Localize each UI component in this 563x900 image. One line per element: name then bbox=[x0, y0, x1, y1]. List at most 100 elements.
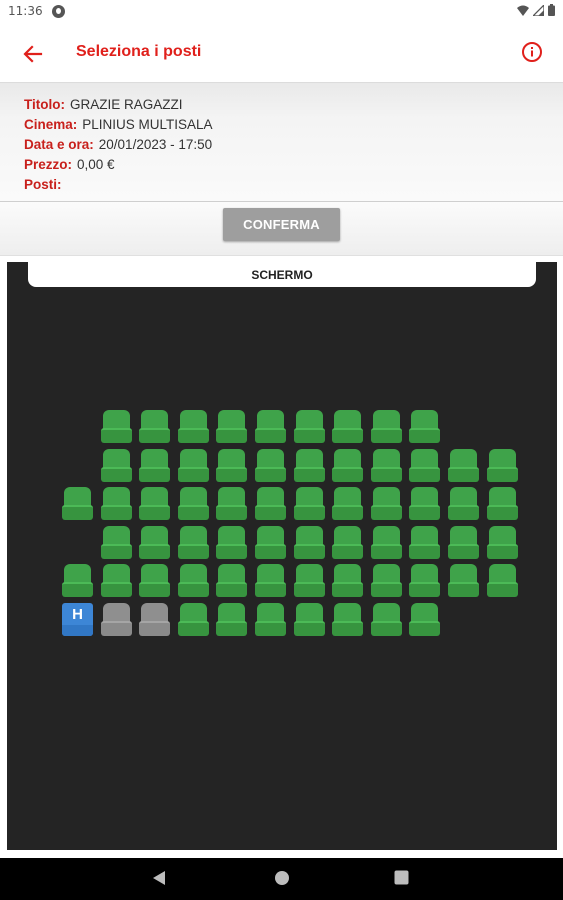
seat-back bbox=[103, 526, 130, 546]
seat-cushion bbox=[332, 582, 363, 597]
seat-back bbox=[64, 487, 91, 507]
seat-free[interactable] bbox=[294, 410, 325, 443]
cinema-screen: SCHERMO bbox=[28, 262, 536, 287]
seat-free[interactable] bbox=[62, 564, 93, 597]
seat-free[interactable] bbox=[371, 603, 402, 636]
seat-free[interactable] bbox=[448, 487, 479, 520]
seat-back bbox=[489, 449, 516, 469]
signal-icon bbox=[533, 4, 544, 16]
seat-free[interactable] bbox=[332, 487, 363, 520]
seat-free[interactable] bbox=[101, 487, 132, 520]
triangle-back-icon[interactable] bbox=[152, 870, 166, 886]
seat-cushion bbox=[371, 505, 402, 520]
seat-free[interactable] bbox=[294, 603, 325, 636]
seat-free[interactable] bbox=[216, 449, 247, 482]
seat-free[interactable] bbox=[332, 449, 363, 482]
seat-free[interactable] bbox=[409, 449, 440, 482]
seat-free[interactable] bbox=[255, 603, 286, 636]
seat-free[interactable] bbox=[255, 487, 286, 520]
seat-free[interactable] bbox=[216, 526, 247, 559]
confirm-button[interactable]: CONFERMA bbox=[223, 208, 340, 241]
seat-free[interactable] bbox=[101, 564, 132, 597]
seat-cushion bbox=[101, 544, 132, 559]
seat-free[interactable] bbox=[409, 526, 440, 559]
seat-cushion bbox=[487, 582, 518, 597]
circle-home-icon[interactable] bbox=[274, 870, 290, 886]
seat-free[interactable] bbox=[487, 487, 518, 520]
seat-free[interactable] bbox=[255, 410, 286, 443]
seat-back bbox=[257, 603, 284, 623]
seat-cushion bbox=[255, 428, 286, 443]
seat-free[interactable] bbox=[332, 526, 363, 559]
seat-free[interactable] bbox=[255, 449, 286, 482]
seat-free[interactable] bbox=[216, 564, 247, 597]
seat-free[interactable] bbox=[216, 410, 247, 443]
seat-free[interactable] bbox=[255, 564, 286, 597]
seat-cushion bbox=[332, 428, 363, 443]
seat-free[interactable] bbox=[216, 603, 247, 636]
back-button[interactable] bbox=[20, 41, 46, 67]
seat-free[interactable] bbox=[371, 564, 402, 597]
seat-cushion bbox=[139, 544, 170, 559]
seat-cushion bbox=[139, 621, 170, 636]
seat-free[interactable] bbox=[448, 526, 479, 559]
seat-free[interactable] bbox=[487, 564, 518, 597]
seat-free[interactable] bbox=[409, 603, 440, 636]
seat-free[interactable] bbox=[255, 526, 286, 559]
notification-app-icon bbox=[52, 5, 65, 18]
seat-free[interactable] bbox=[178, 487, 209, 520]
seat-taken bbox=[139, 603, 170, 636]
info-button[interactable] bbox=[521, 41, 543, 63]
seat-cushion bbox=[178, 467, 209, 482]
seat-free[interactable] bbox=[371, 487, 402, 520]
seat-back bbox=[141, 487, 168, 507]
seat-back bbox=[103, 564, 130, 584]
seat-back bbox=[334, 487, 361, 507]
seat-free[interactable] bbox=[371, 449, 402, 482]
square-recents-icon[interactable] bbox=[394, 870, 409, 885]
seat-free[interactable] bbox=[178, 564, 209, 597]
seat-cushion bbox=[487, 544, 518, 559]
seat-back bbox=[373, 487, 400, 507]
seat-free[interactable] bbox=[487, 449, 518, 482]
seat-free[interactable] bbox=[294, 487, 325, 520]
seat-free[interactable] bbox=[409, 410, 440, 443]
seat-free[interactable] bbox=[409, 564, 440, 597]
seat-free[interactable] bbox=[332, 410, 363, 443]
seat-free[interactable] bbox=[139, 487, 170, 520]
seat-free[interactable] bbox=[294, 526, 325, 559]
seat-cushion bbox=[62, 505, 93, 520]
seat-free[interactable] bbox=[371, 526, 402, 559]
seat-free[interactable] bbox=[101, 449, 132, 482]
app-bar: Seleziona i posti bbox=[0, 24, 563, 82]
seat-free[interactable] bbox=[216, 487, 247, 520]
seat-free[interactable] bbox=[178, 526, 209, 559]
seat-free[interactable] bbox=[139, 526, 170, 559]
seat-free[interactable] bbox=[294, 564, 325, 597]
seat-free[interactable] bbox=[448, 564, 479, 597]
seat-free[interactable] bbox=[178, 603, 209, 636]
seat-free[interactable] bbox=[62, 487, 93, 520]
seat-cushion bbox=[332, 621, 363, 636]
seat-free[interactable] bbox=[139, 410, 170, 443]
seat-free[interactable] bbox=[409, 487, 440, 520]
seat-free[interactable] bbox=[332, 603, 363, 636]
seat-free[interactable] bbox=[294, 449, 325, 482]
seat-free[interactable] bbox=[139, 564, 170, 597]
seat-free[interactable] bbox=[101, 526, 132, 559]
seat-free[interactable] bbox=[487, 526, 518, 559]
seat-free[interactable] bbox=[101, 410, 132, 443]
seat-free[interactable] bbox=[332, 564, 363, 597]
seat-cushion bbox=[62, 625, 93, 636]
seat-free[interactable] bbox=[139, 449, 170, 482]
seat-free[interactable] bbox=[448, 449, 479, 482]
seat-free[interactable] bbox=[178, 410, 209, 443]
price-value: 0,00 € bbox=[77, 157, 115, 172]
seat-free[interactable] bbox=[178, 449, 209, 482]
seat-back bbox=[103, 603, 130, 623]
seat-back bbox=[489, 526, 516, 546]
seat-back bbox=[141, 526, 168, 546]
seat-back bbox=[218, 564, 245, 584]
seat-free[interactable] bbox=[371, 410, 402, 443]
seat-back bbox=[334, 564, 361, 584]
